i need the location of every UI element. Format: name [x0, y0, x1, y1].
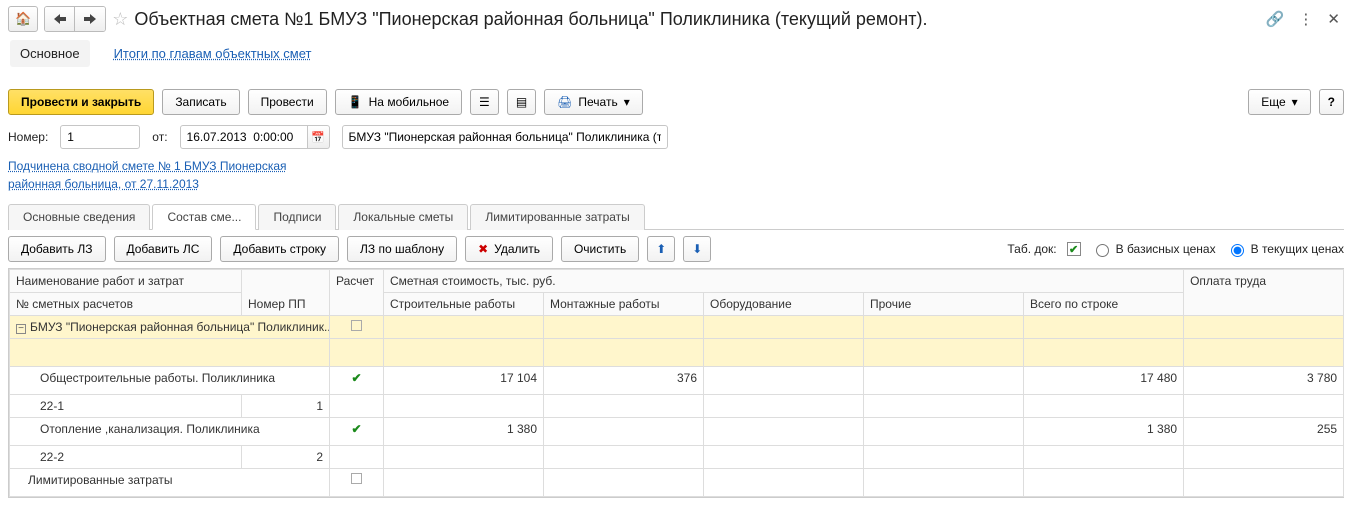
table-group-row-spacer: [10, 339, 1344, 367]
hdr-cost-group: Сметная стоимость, тыс. руб.: [384, 270, 1184, 293]
number-field[interactable]: [60, 125, 140, 149]
tab-signatures[interactable]: Подписи: [258, 204, 336, 230]
hdr-mount: Монтажные работы: [544, 293, 704, 316]
doc-button[interactable]: ▤: [507, 89, 536, 115]
arrow-up-icon: ⬆: [656, 242, 666, 256]
mobile-icon: 📱: [348, 95, 363, 109]
tab-doc-label: Таб. док:: [1007, 242, 1056, 256]
parent-estimate-link[interactable]: Подчинена сводной смете № 1 БМУЗ Пионерс…: [8, 157, 338, 193]
hdr-labor: Оплата труда: [1184, 270, 1344, 316]
close-icon[interactable]: ✕: [1323, 6, 1344, 32]
forward-button[interactable]: [75, 7, 105, 31]
hdr-other: Прочие: [864, 293, 1024, 316]
tab-local-estimates[interactable]: Локальные сметы: [338, 204, 468, 230]
move-up-button[interactable]: ⬆: [647, 236, 675, 262]
home-button[interactable]: 🏠: [8, 6, 38, 32]
object-field[interactable]: [342, 125, 668, 149]
tree-collapse-icon[interactable]: −: [16, 324, 26, 334]
from-label: от:: [152, 130, 167, 144]
tabs: Основные сведения Состав сме... Подписи …: [8, 203, 1344, 230]
help-button[interactable]: ?: [1319, 89, 1344, 115]
save-button[interactable]: Записать: [162, 89, 239, 115]
tab-limited-costs[interactable]: Лимитированные затраты: [470, 204, 645, 230]
current-prices-radio[interactable]: В текущих ценах: [1226, 241, 1344, 257]
doc-icon: ▤: [516, 95, 527, 109]
tab-main-info[interactable]: Основные сведения: [8, 204, 150, 230]
list-view-button[interactable]: ☰: [470, 89, 499, 115]
lz-template-button[interactable]: ЛЗ по шаблону: [347, 236, 457, 262]
star-icon[interactable]: ☆: [112, 9, 128, 30]
print-button[interactable]: 🖨Печать▾: [544, 89, 643, 115]
mobile-button[interactable]: 📱На мобильное: [335, 89, 462, 115]
table-row[interactable]: Общестроительные работы. Поликлиника ✔ 1…: [10, 367, 1344, 395]
hdr-equip: Оборудование: [704, 293, 864, 316]
section-tab-main[interactable]: Основное: [10, 40, 90, 67]
nav-group: [44, 6, 106, 32]
add-lz-button[interactable]: Добавить ЛЗ: [8, 236, 106, 262]
chevron-down-icon: ▾: [624, 95, 630, 109]
print-icon: 🖨: [557, 95, 572, 109]
table-row-sub[interactable]: 22-2 2: [10, 446, 1344, 469]
kebab-icon[interactable]: ⋮: [1294, 6, 1317, 32]
hdr-calc: Расчет: [330, 270, 384, 316]
add-ls-button[interactable]: Добавить ЛС: [114, 236, 213, 262]
arrow-down-icon: ⬇: [692, 242, 702, 256]
table-row[interactable]: Лимитированные затраты: [10, 469, 1344, 497]
chevron-down-icon: ▾: [1292, 95, 1298, 109]
delete-icon: ✖: [478, 242, 488, 256]
date-field[interactable]: [180, 125, 308, 149]
table-row[interactable]: Отопление ,канализация. Поликлиника ✔ 1 …: [10, 418, 1344, 446]
post-and-close-button[interactable]: Провести и закрыть: [8, 89, 154, 115]
base-prices-radio[interactable]: В базисных ценах: [1091, 241, 1216, 257]
clear-button[interactable]: Очистить: [561, 236, 639, 262]
tab-composition[interactable]: Состав сме...: [152, 204, 256, 230]
table-row-sub[interactable]: 22-1 1: [10, 395, 1344, 418]
more-button[interactable]: Еще▾: [1248, 89, 1310, 115]
hdr-build: Строительные работы: [384, 293, 544, 316]
share-icon[interactable]: 🔗: [1262, 6, 1289, 32]
add-row-button[interactable]: Добавить строку: [220, 236, 339, 262]
check-icon: ✔: [351, 371, 361, 385]
post-button[interactable]: Провести: [248, 89, 327, 115]
hdr-pp: Номер ПП: [242, 270, 330, 316]
page-title: Объектная смета №1 БМУЗ "Пионерская райо…: [134, 9, 1255, 30]
date-picker-button[interactable]: 📅: [308, 125, 330, 149]
check-icon: ✔: [351, 422, 361, 436]
hdr-name: Наименование работ и затрат: [10, 270, 242, 293]
move-down-button[interactable]: ⬇: [683, 236, 711, 262]
table-group-row[interactable]: −БМУЗ "Пионерская районная больница" Пол…: [10, 316, 1344, 339]
list-icon: ☰: [479, 95, 490, 109]
tab-doc-checkbox[interactable]: ✔: [1067, 242, 1081, 256]
delete-button[interactable]: ✖Удалить: [465, 236, 553, 262]
hdr-total: Всего по строке: [1024, 293, 1184, 316]
back-button[interactable]: [45, 7, 75, 31]
hdr-num: № сметных расчетов: [10, 293, 242, 316]
number-label: Номер:: [8, 130, 48, 144]
calendar-icon: 📅: [311, 131, 325, 144]
estimate-table: Наименование работ и затрат Номер ПП Рас…: [9, 269, 1344, 497]
section-tab-totals[interactable]: Итоги по главам объектных смет: [104, 40, 322, 67]
